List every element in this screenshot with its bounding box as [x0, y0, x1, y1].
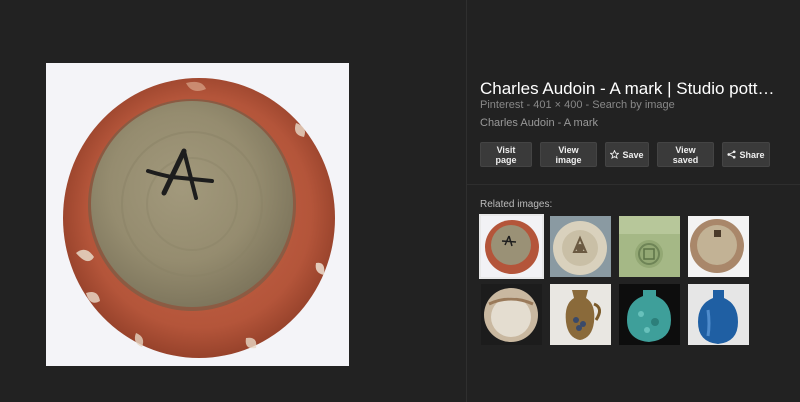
source-link[interactable]: Pinterest: [480, 99, 523, 111]
view-image-label: View image: [555, 144, 582, 165]
related-thumb-3[interactable]: [619, 216, 680, 277]
star-icon: [610, 150, 620, 159]
result-title[interactable]: Charles Audoin - A mark | Studio pott…: [480, 79, 790, 99]
view-saved-button[interactable]: View saved: [657, 142, 714, 167]
related-thumb-7[interactable]: [619, 284, 680, 345]
related-images-label: Related images:: [480, 199, 553, 210]
share-icon: [727, 150, 737, 159]
image-viewer: Charles Audoin - A mark | Studio pott… P…: [0, 0, 800, 402]
meta-separator-1: -: [523, 99, 534, 111]
save-label: Save: [622, 149, 644, 160]
info-divider: [467, 184, 800, 185]
related-thumb-6[interactable]: [550, 284, 611, 345]
result-subtitle: Charles Audoin - A mark: [480, 117, 599, 129]
view-image-button[interactable]: View image: [540, 142, 597, 167]
related-thumb-2[interactable]: [550, 216, 611, 277]
visit-page-label: Visit page: [495, 144, 517, 165]
share-label: Share: [739, 149, 765, 160]
related-thumb-4[interactable]: [688, 216, 749, 277]
view-saved-label: View saved: [672, 144, 699, 165]
result-meta: Pinterest - 401 × 400 - Search by image: [480, 99, 675, 111]
main-image[interactable]: [46, 63, 349, 366]
image-dimensions: 401 × 400: [533, 99, 583, 111]
related-thumb-1[interactable]: [479, 214, 544, 279]
info-pane: Charles Audoin - A mark | Studio pott… P…: [467, 0, 800, 402]
search-by-image-link[interactable]: Search by image: [592, 99, 675, 111]
preview-pane: [0, 0, 466, 402]
related-thumb-5[interactable]: [481, 284, 542, 345]
visit-page-button[interactable]: Visit page: [480, 142, 532, 167]
related-thumb-8[interactable]: [688, 284, 749, 345]
save-button[interactable]: Save: [605, 142, 649, 167]
meta-separator-2: -: [582, 99, 593, 111]
share-button[interactable]: Share: [722, 142, 770, 167]
